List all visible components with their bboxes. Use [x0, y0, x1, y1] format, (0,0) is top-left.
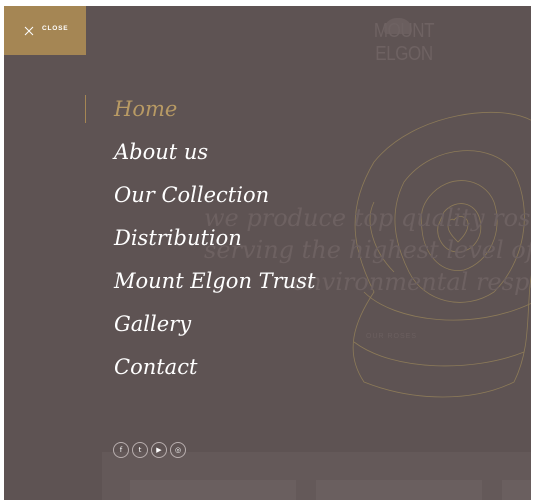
- facebook-icon[interactable]: f: [113, 442, 129, 458]
- nav-item-our-collection[interactable]: Our Collection: [114, 180, 315, 223]
- close-label: CLOSE: [42, 25, 69, 32]
- close-menu-button[interactable]: CLOSE: [4, 6, 86, 55]
- active-indicator: [85, 95, 86, 123]
- nav-item-contact[interactable]: Contact: [114, 352, 315, 395]
- background-card: [316, 480, 482, 500]
- nav-item-home[interactable]: Home: [114, 94, 315, 137]
- nav-item-about-us[interactable]: About us: [114, 137, 315, 180]
- background-card: [502, 480, 531, 500]
- instagram-icon[interactable]: ◎: [170, 442, 186, 458]
- background-logo: MOUNT ELGON: [373, 20, 435, 65]
- twitter-icon[interactable]: t: [132, 442, 148, 458]
- background-link: OUR ROSES: [366, 333, 418, 340]
- youtube-icon[interactable]: ▶: [151, 442, 167, 458]
- social-links: f t ▶ ◎: [113, 442, 186, 458]
- close-icon: [24, 26, 34, 36]
- nav-item-distribution[interactable]: Distribution: [114, 223, 315, 266]
- menu-overlay: MOUNT ELGON we produce top quality roses…: [4, 6, 531, 500]
- nav-item-gallery[interactable]: Gallery: [114, 309, 315, 352]
- background-card: [130, 480, 296, 500]
- nav-item-mount-elgon-trust[interactable]: Mount Elgon Trust: [114, 266, 315, 309]
- main-navigation: Home About us Our Collection Distributio…: [114, 94, 315, 395]
